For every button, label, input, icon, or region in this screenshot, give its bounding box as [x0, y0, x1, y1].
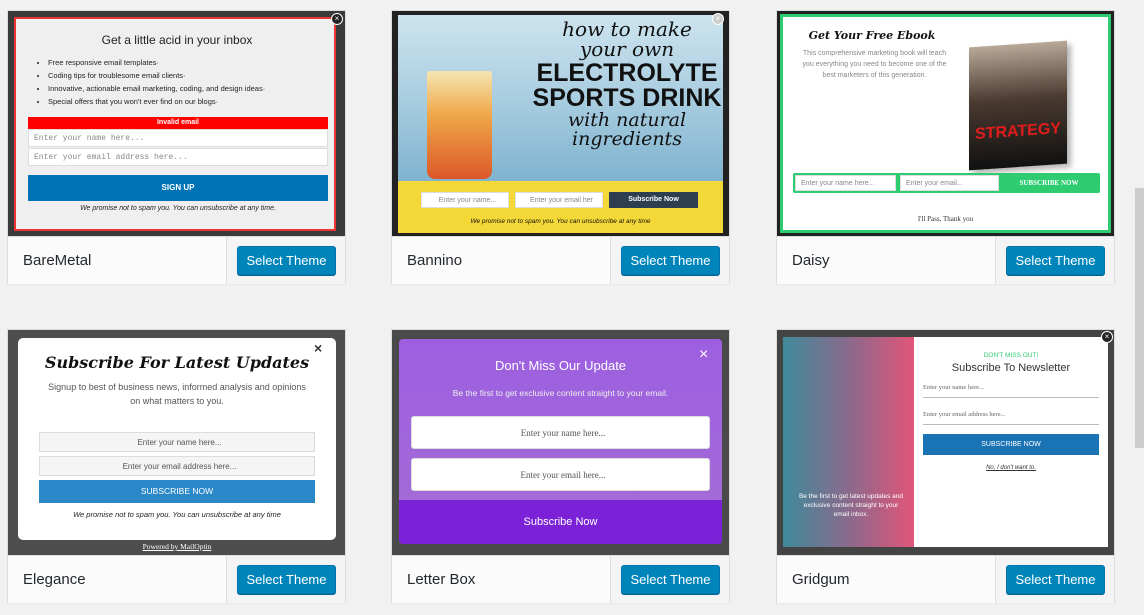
email-input: Enter your email her	[515, 192, 603, 208]
select-theme-button[interactable]: Select Theme	[621, 565, 720, 594]
select-theme-button[interactable]: Select Theme	[1006, 246, 1105, 275]
theme-name: Gridgum	[792, 571, 850, 588]
subscribe-button: Subscribe Now	[609, 192, 698, 208]
pass-link: I'll Pass, Thank you	[917, 215, 974, 223]
subscribe-button: Subscribe Now	[399, 500, 722, 544]
close-icon: ×	[331, 13, 343, 25]
preview-text: Be the first to get exclusive content st…	[452, 388, 669, 398]
kicker: DON'T MISS OUT!	[983, 352, 1039, 359]
scrollbar-thumb[interactable]	[1135, 188, 1144, 448]
theme-preview[interactable]: Get Your Free Ebook This comprehensive m…	[777, 11, 1114, 236]
close-icon: ×	[1101, 331, 1113, 343]
theme-footer: Daisy Select Theme	[777, 236, 1114, 284]
preview-bullets: Free responsive email templates· Coding …	[48, 56, 265, 108]
preview-title: Don't Miss Our Update	[494, 358, 627, 373]
subscribe-button: SUBSCRIBE NOW	[39, 480, 315, 503]
theme-preview[interactable]: how to make your own ELECTROLYTE SPORTS …	[392, 11, 729, 236]
email-input: Enter your email...	[900, 175, 999, 191]
select-theme-button[interactable]: Select Theme	[237, 246, 336, 275]
preview-headline: how to make your own ELECTROLYTE SPORTS …	[532, 17, 722, 150]
name-input: Enter your name here...	[923, 384, 1099, 398]
name-input: Enter your name here...	[39, 432, 315, 452]
email-input: Enter your email address here...	[39, 456, 315, 476]
theme-footer: Elegance Select Theme	[8, 555, 345, 603]
theme-footer: Letter Box Select Theme	[392, 555, 729, 603]
book-image	[969, 40, 1067, 171]
theme-footer: Gridgum Select Theme	[777, 555, 1114, 603]
preview-title: Subscribe For Latest Updates	[44, 353, 310, 372]
theme-name: Letter Box	[407, 571, 476, 588]
theme-card-baremetal: × Get a little acid in your inbox Free r…	[7, 10, 346, 284]
theme-footer: BareMetal Select Theme	[8, 236, 345, 284]
glass-image	[427, 71, 492, 179]
name-input: Enter your name here...	[28, 129, 328, 147]
preview-title: Get Your Free Ebook	[808, 29, 936, 42]
theme-card-letter-box: × Don't Miss Our Update Be the first to …	[391, 329, 730, 603]
theme-card-gridgum: Be the first to get latest updates and e…	[776, 329, 1115, 603]
preview-text: Signup to best of business news, informe…	[48, 382, 306, 406]
theme-card-bannino: how to make your own ELECTROLYTE SPORTS …	[391, 10, 730, 284]
subscribe-button: SUBSCRIBE NOW	[923, 434, 1099, 455]
signup-button: SIGN UP	[28, 175, 328, 201]
theme-card-daisy: Get Your Free Ebook This comprehensive m…	[776, 10, 1115, 284]
preview-title: Subscribe To Newsletter	[951, 362, 1071, 374]
email-input: Enter your email here...	[411, 458, 710, 491]
theme-name: Daisy	[792, 252, 830, 269]
email-input: Enter your email address here...	[28, 148, 328, 166]
preview-title: Get a little acid in your inbox	[101, 33, 253, 47]
name-input: Enter your name...	[421, 192, 509, 208]
select-theme-button[interactable]: Select Theme	[621, 246, 720, 275]
error-banner: Invalid email	[28, 117, 328, 129]
name-input: Enter your name here...	[411, 416, 710, 449]
theme-preview[interactable]: × Get a little acid in your inbox Free r…	[8, 11, 345, 236]
side-text: Be the first to get latest updates and e…	[798, 493, 904, 518]
theme-preview[interactable]: × Don't Miss Our Update Be the first to …	[392, 330, 729, 555]
spam-note: We promise not to spam you. You can unsu…	[80, 205, 276, 212]
spam-note: We promise not to spam you. You can unsu…	[73, 510, 281, 519]
name-input: Enter your name here...	[795, 175, 896, 191]
theme-footer: Bannino Select Theme	[392, 236, 729, 284]
theme-name: Elegance	[23, 571, 86, 588]
theme-name: Bannino	[407, 252, 463, 269]
email-input: Enter your email address here...	[923, 411, 1099, 425]
spam-note: We promise not to spam you. You can unsu…	[470, 218, 651, 225]
powered-by-link: Powered by MailOptin	[142, 542, 212, 551]
preview-text: This comprehensive marketing book will t…	[802, 50, 947, 79]
decline-link: No, I don't want to.	[986, 465, 1036, 471]
select-theme-button[interactable]: Select Theme	[237, 565, 336, 594]
theme-card-elegance: × Subscribe For Latest Updates Signup to…	[7, 329, 346, 603]
subscribe-button: SUBSCRIBE NOW	[1019, 179, 1079, 187]
theme-name: BareMetal	[23, 252, 92, 269]
close-icon: ×	[712, 13, 724, 25]
select-theme-button[interactable]: Select Theme	[1006, 565, 1105, 594]
theme-preview[interactable]: × Subscribe For Latest Updates Signup to…	[8, 330, 345, 555]
theme-preview[interactable]: Be the first to get latest updates and e…	[777, 330, 1114, 555]
